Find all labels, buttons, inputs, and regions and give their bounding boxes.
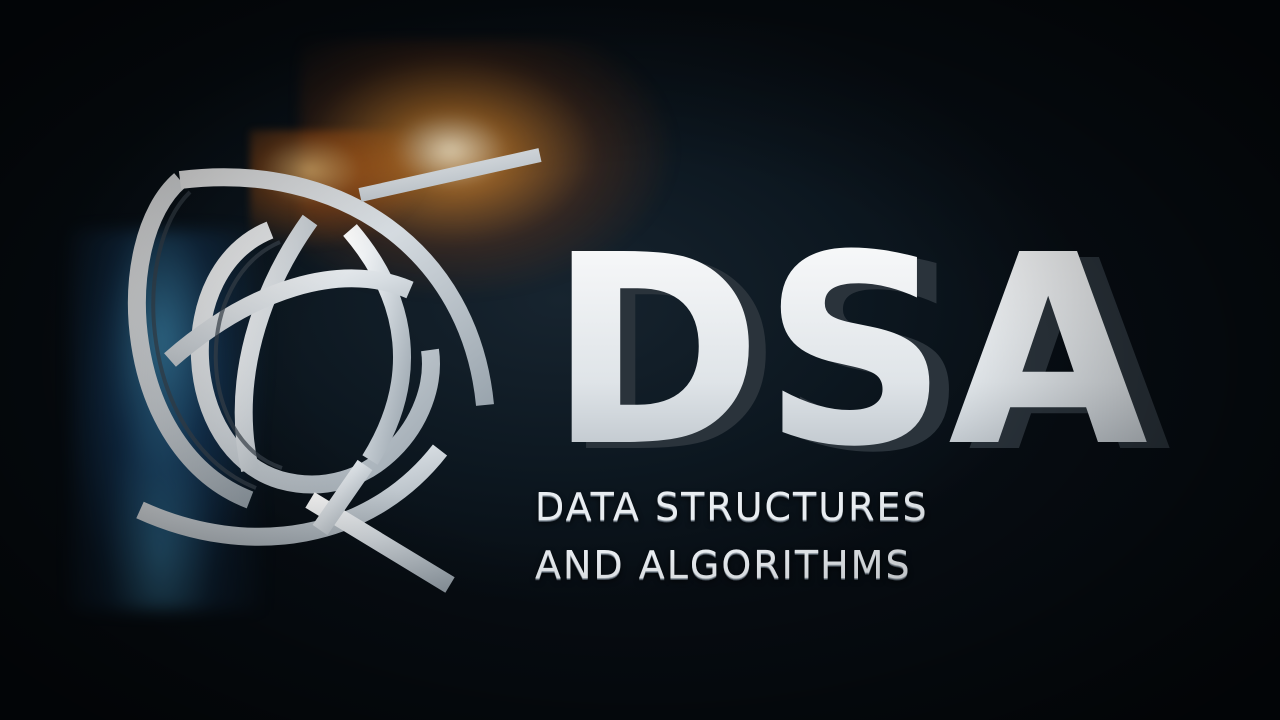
crossed-arcs-icon <box>127 148 542 593</box>
dsa-wordmark-text: DSA <box>548 199 1150 460</box>
tagline-line-2: AND ALGORITHMS <box>535 543 912 587</box>
tagline-line-1: DATA STRUCTURES <box>535 485 929 529</box>
dsa-wordmark: DSA DSA <box>548 199 1173 460</box>
logo-scene: DSA DSA DATA STRUCTURES AND ALGORITHMS <box>0 0 1280 720</box>
tagline: DATA STRUCTURES AND ALGORITHMS <box>535 478 1175 594</box>
